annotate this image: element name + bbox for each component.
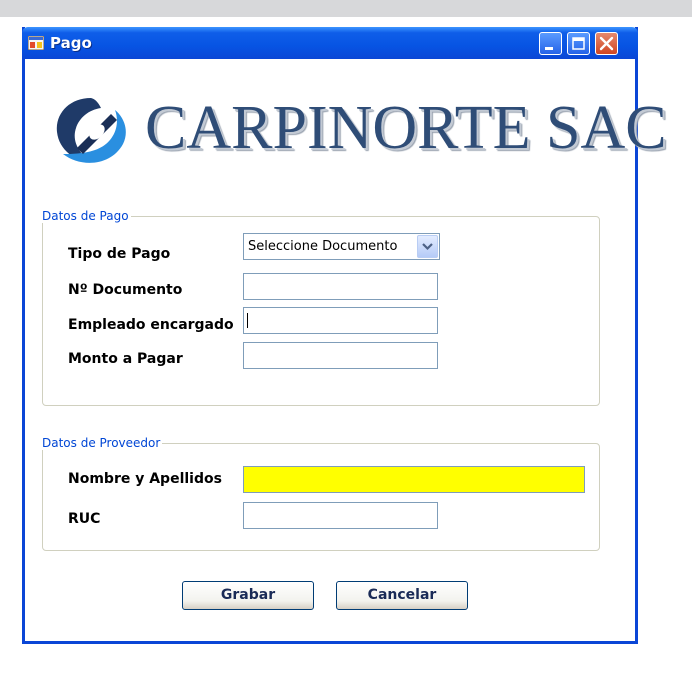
cancelar-button[interactable]: Cancelar xyxy=(336,581,468,610)
maximize-icon xyxy=(572,37,585,50)
close-icon xyxy=(599,36,614,51)
close-button[interactable] xyxy=(595,32,618,55)
maximize-button[interactable] xyxy=(567,32,590,55)
grabar-button[interactable]: Grabar xyxy=(182,581,314,610)
logo-mark-icon xyxy=(56,98,126,163)
datos-de-pago-legend: Datos de Pago xyxy=(42,209,129,223)
datos-de-proveedor-legend: Datos de Proveedor xyxy=(42,436,161,450)
tipo-de-pago-value: Seleccione Documento xyxy=(248,239,398,254)
nombre-field[interactable] xyxy=(243,466,585,493)
nombre-input[interactable] xyxy=(244,467,584,492)
datos-de-proveedor-group: Datos de Proveedor xyxy=(42,436,600,551)
window-title: Pago xyxy=(50,34,92,52)
num-documento-field[interactable] xyxy=(243,273,438,300)
logo-text: CARPINORTE SAC xyxy=(145,94,667,162)
monto-field[interactable] xyxy=(243,342,438,369)
monto-label: Monto a Pagar xyxy=(68,351,183,367)
text-caret xyxy=(247,313,248,328)
minimize-button[interactable] xyxy=(539,32,562,55)
pago-window: Pago CARPINORTE SAC Datos de Pago Tipo d… xyxy=(22,27,667,644)
empleado-field[interactable] xyxy=(243,307,438,334)
ruc-input[interactable] xyxy=(244,503,437,528)
chevron-down-icon xyxy=(422,243,433,251)
num-documento-input[interactable] xyxy=(244,274,437,299)
tipo-de-pago-select[interactable]: Seleccione Documento xyxy=(243,233,440,260)
top-strip xyxy=(0,0,692,17)
monto-input[interactable] xyxy=(244,343,437,368)
nombre-label: Nombre y Apellidos xyxy=(68,471,222,487)
num-documento-label: Nº Documento xyxy=(68,282,183,298)
empleado-input[interactable] xyxy=(244,308,437,333)
minimize-icon xyxy=(545,47,553,50)
dropdown-button[interactable] xyxy=(417,235,438,258)
tipo-de-pago-label: Tipo de Pago xyxy=(68,246,171,262)
title-bar[interactable]: Pago xyxy=(22,27,638,59)
app-icon xyxy=(28,36,44,50)
ruc-label: RUC xyxy=(68,511,101,527)
ruc-field[interactable] xyxy=(243,502,438,529)
empleado-label: Empleado encargado xyxy=(68,317,234,333)
